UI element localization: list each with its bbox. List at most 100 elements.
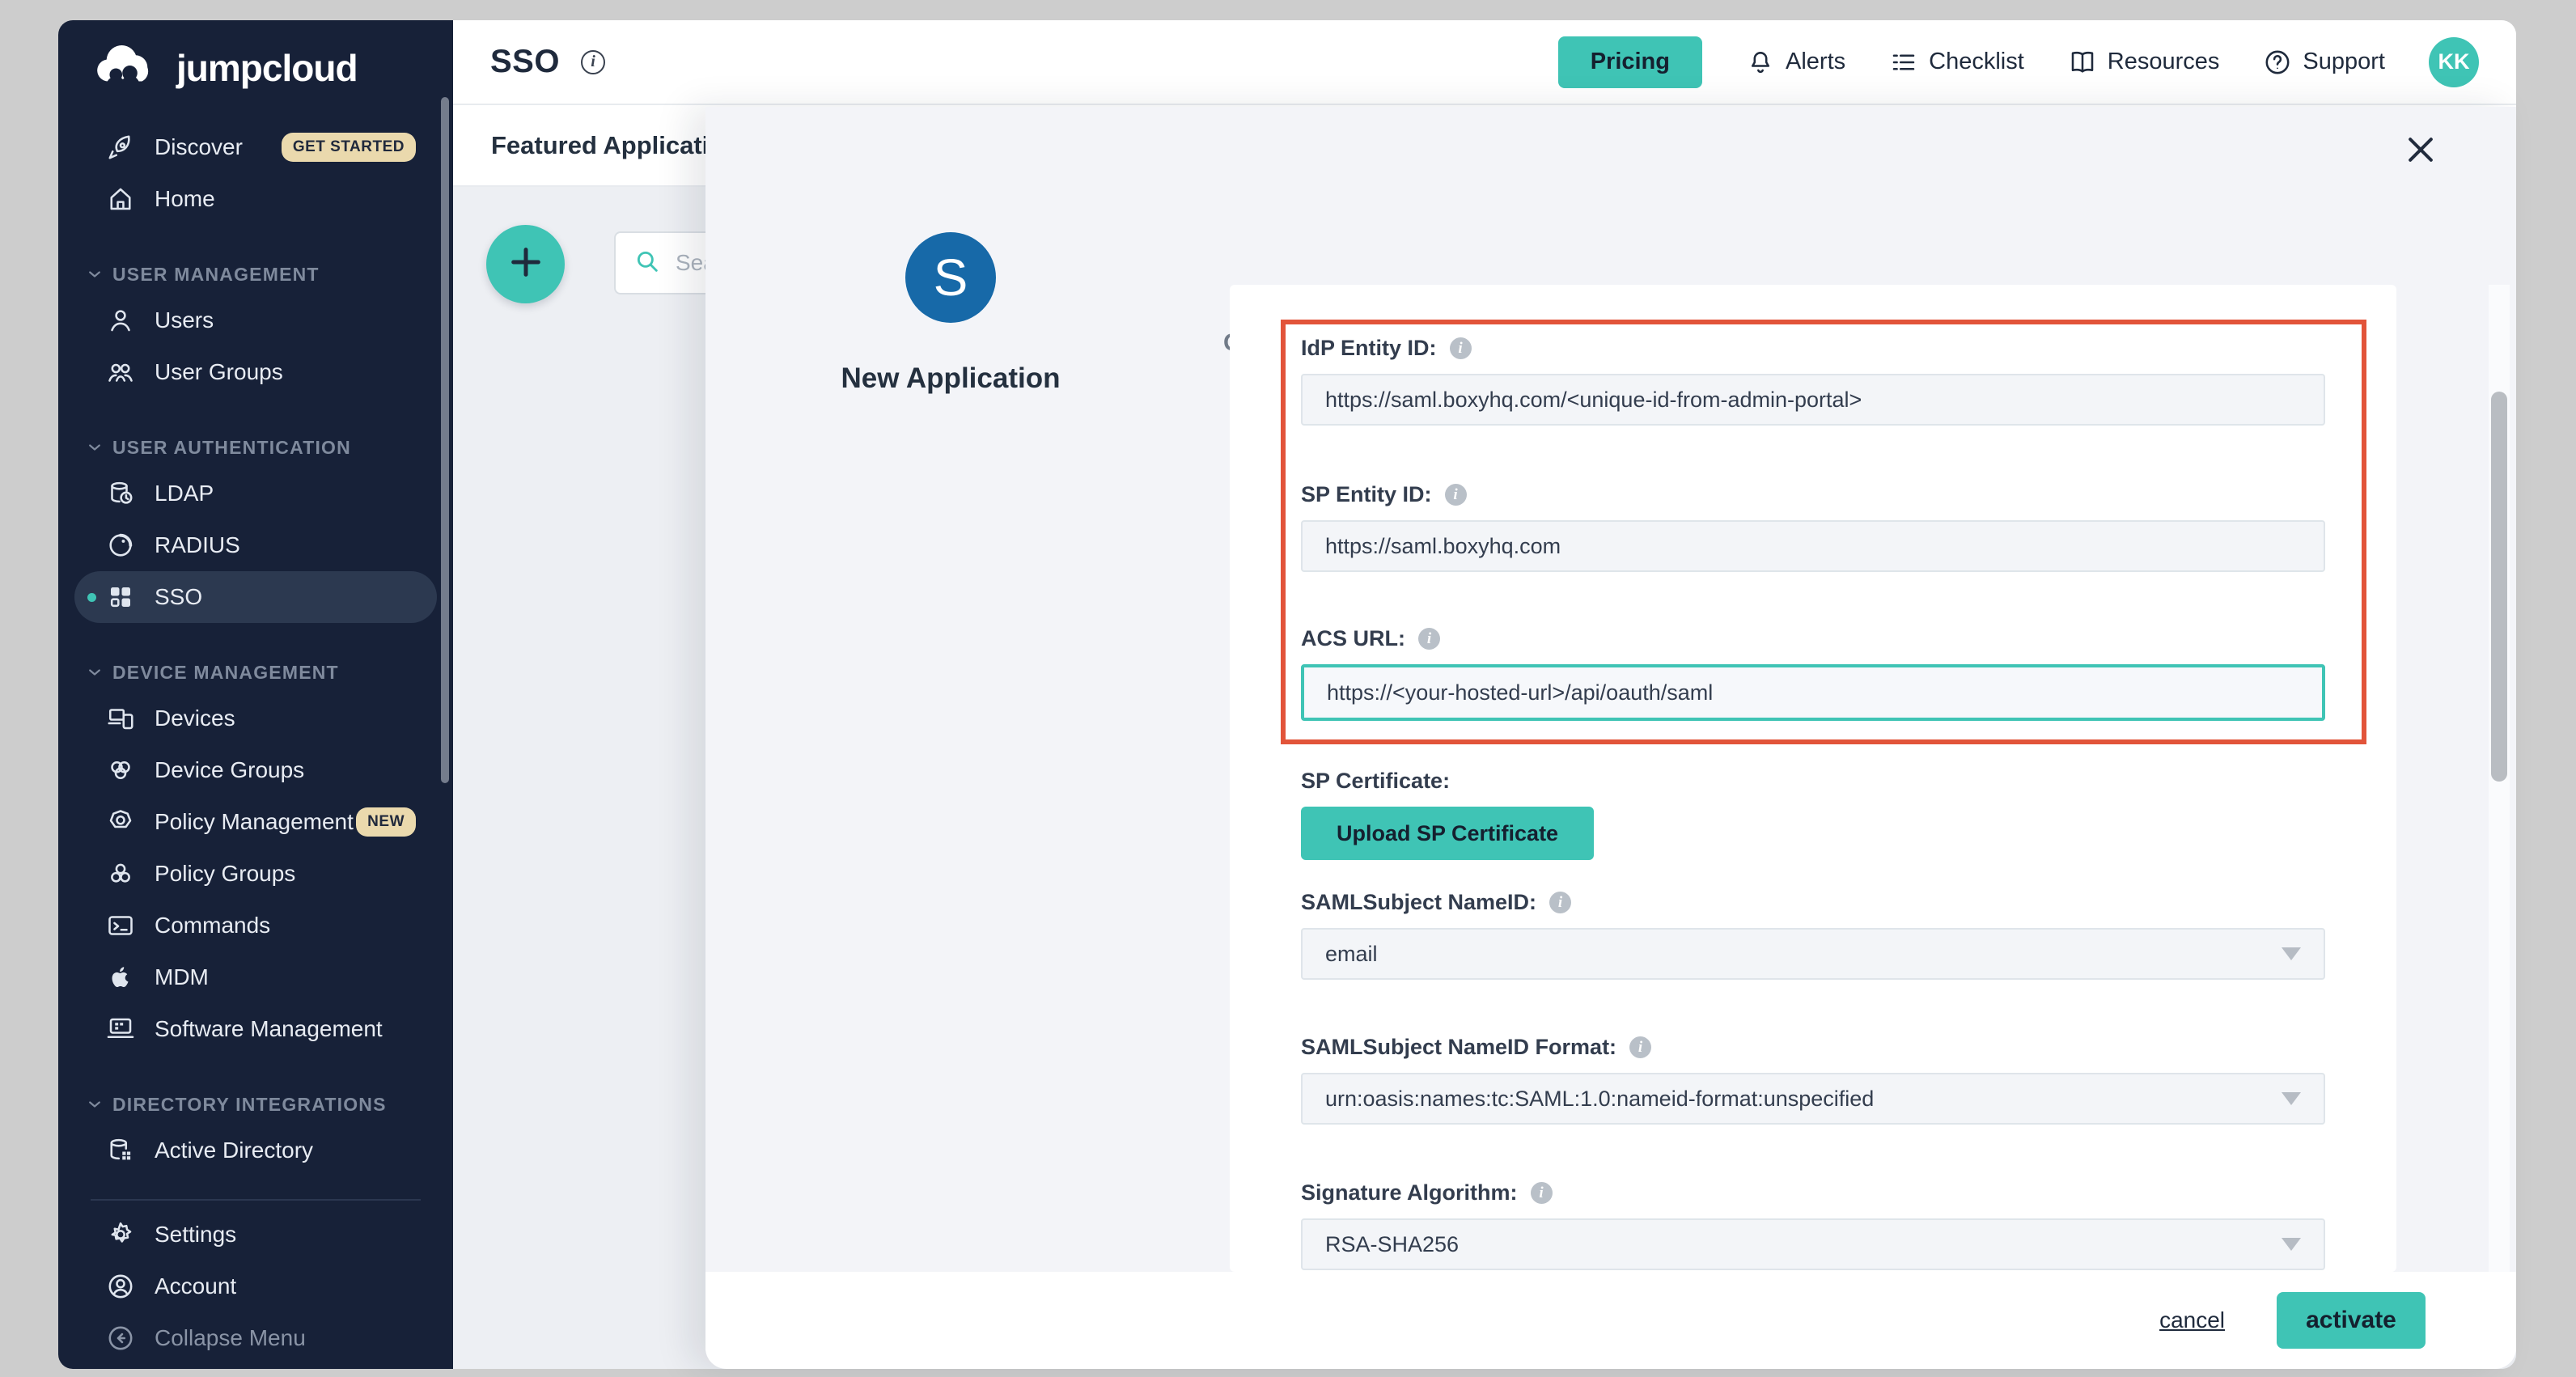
caret-down-icon — [2282, 947, 2301, 960]
sidebar-item-label: Software Management — [155, 1016, 383, 1042]
active-indicator-dot — [87, 870, 96, 879]
field-label-row: SP Certificate: — [1301, 769, 2325, 794]
sidebar-item-ldap[interactable]: LDAP — [74, 468, 437, 519]
samlsubject-nameid-select[interactable]: email — [1301, 928, 2325, 980]
collapse-icon — [104, 1322, 137, 1354]
info-icon[interactable]: i — [1445, 484, 1467, 506]
sidebar-item-label: Discover — [155, 134, 243, 160]
input-value: https://saml.boxyhq.com — [1325, 534, 1561, 559]
header-nav-label: Support — [2303, 49, 2385, 75]
sidebar-item-users[interactable]: Users — [74, 294, 437, 346]
sidebar-item-home[interactable]: Home — [74, 173, 437, 225]
pricing-button[interactable]: Pricing — [1558, 36, 1702, 88]
info-icon[interactable]: i — [1450, 337, 1472, 359]
sidebar-item-collapse-menu[interactable]: Collapse Menu — [74, 1312, 437, 1364]
active-indicator-dot — [87, 316, 96, 325]
jumpcloud-admin-console: jumpcloud Discover GET STARTED Home USER MA… — [0, 0, 2576, 1377]
active-indicator-dot — [87, 489, 96, 498]
people-icon — [104, 356, 137, 388]
chevron-down-icon — [87, 664, 103, 680]
sidebar-scrollbar[interactable] — [441, 97, 449, 783]
field-label: SAMLSubject NameID Format: — [1301, 1035, 1616, 1060]
active-indicator-dot — [87, 1231, 96, 1239]
sidebar-section-user-management[interactable]: USER MANAGEMENT — [58, 254, 453, 294]
active-indicator-dot — [87, 818, 96, 827]
sidebar-item-device-groups[interactable]: Device Groups — [74, 744, 437, 796]
new-application-modal: S New Application General InfoSSOIdentit… — [705, 107, 2516, 1369]
acs-url-input[interactable]: https://<your-hosted-url>/api/oauth/saml — [1301, 664, 2325, 721]
sp-entity-id-input[interactable]: https://saml.boxyhq.com — [1301, 520, 2325, 572]
add-application-button[interactable] — [486, 225, 565, 303]
header-nav-checklist[interactable]: Checklist — [1889, 48, 2024, 77]
idp-entity-id-input[interactable]: https://saml.boxyhq.com/<unique-id-from-… — [1301, 374, 2325, 426]
sidebar-item-policy-management[interactable]: Policy ManagementNEW — [74, 796, 437, 848]
badge-get-started: GET STARTED — [282, 133, 416, 162]
gear-icon — [104, 1218, 137, 1251]
upload-sp-certificate-button[interactable]: Upload SP Certificate — [1301, 807, 1594, 860]
active-indicator-dot — [87, 1146, 96, 1155]
sidebar-item-label: Account — [155, 1273, 236, 1299]
header-nav-support[interactable]: Support — [2263, 48, 2385, 77]
info-icon[interactable]: i — [1418, 628, 1440, 650]
sidebar-section-device-management[interactable]: DEVICE MANAGEMENT — [58, 652, 453, 693]
search-icon — [633, 248, 661, 279]
active-indicator-dot — [87, 195, 96, 204]
grid-icon — [104, 581, 137, 613]
caret-down-icon — [2282, 1092, 2301, 1105]
top-bar: SSO i Pricing AlertsChecklistResourcesSu… — [453, 20, 2516, 105]
info-icon[interactable]: i — [1549, 892, 1571, 913]
select-value: urn:oasis:names:tc:SAML:1.0:nameid-forma… — [1325, 1087, 1874, 1112]
select-value: RSA-SHA256 — [1325, 1232, 1459, 1257]
field-label: IdP Entity ID: — [1301, 336, 1437, 361]
laptop-grid-icon — [104, 1013, 137, 1045]
caret-down-icon — [2282, 1238, 2301, 1251]
sidebar-item-commands[interactable]: Commands — [74, 900, 437, 951]
sidebar-item-label: Active Directory — [155, 1138, 313, 1163]
header-nav-alerts[interactable]: Alerts — [1746, 48, 1845, 77]
sidebar-item-software-management[interactable]: Software Management — [74, 1003, 437, 1055]
sidebar-item-settings[interactable]: Settings — [74, 1209, 437, 1260]
cancel-button[interactable]: cancel — [2159, 1307, 2225, 1333]
chevron-down-icon — [87, 266, 103, 282]
sidebar-item-label: Policy Management — [155, 809, 354, 835]
jumpcloud-logo[interactable]: jumpcloud — [92, 43, 453, 92]
active-indicator-dot — [87, 1334, 96, 1343]
select-value: email — [1325, 942, 1378, 967]
info-icon[interactable]: i — [1629, 1036, 1651, 1058]
header-nav-label: Alerts — [1786, 49, 1845, 75]
sidebar-item-radius[interactable]: RADIUS — [74, 519, 437, 571]
sidebar-section-directory-integrations[interactable]: DIRECTORY INTEGRATIONS — [58, 1084, 453, 1125]
sidebar-item-sso[interactable]: SSO — [74, 571, 437, 623]
activate-button[interactable]: activate — [2277, 1292, 2426, 1349]
field-label: ACS URL: — [1301, 626, 1405, 651]
account-icon — [104, 1270, 137, 1303]
modal-scrollbar-thumb[interactable] — [2491, 392, 2507, 782]
info-icon[interactable]: i — [1531, 1182, 1553, 1204]
field-sp-certificate: SP Certificate: Upload SP Certificate — [1301, 769, 2325, 860]
field-label: SP Certificate: — [1301, 769, 1450, 794]
sidebar-item-label: Commands — [155, 913, 270, 938]
close-icon[interactable] — [2403, 132, 2438, 167]
header-nav-resources[interactable]: Resources — [2068, 48, 2220, 77]
field-label-row: SAMLSubject NameID: i — [1301, 890, 2325, 915]
sidebar-item-account[interactable]: Account — [74, 1260, 437, 1312]
field-acs-url: ACS URL: i https://<your-hosted-url>/api/o… — [1301, 626, 2325, 721]
field-label: SAMLSubject NameID: — [1301, 890, 1536, 915]
sidebar-item-user-groups[interactable]: User Groups — [74, 346, 437, 398]
sidebar-item-devices[interactable]: Devices — [74, 693, 437, 744]
page-title-info-icon[interactable]: i — [581, 50, 605, 74]
signature-algorithm-select[interactable]: RSA-SHA256 — [1301, 1218, 2325, 1270]
sidebar-item-label: SSO — [155, 584, 202, 610]
sidebar-item-active-directory[interactable]: Active Directory — [74, 1125, 437, 1176]
sidebar-section-user-authentication[interactable]: USER AUTHENTICATION — [58, 427, 453, 468]
active-indicator-dot — [87, 973, 96, 982]
samlsubject-nameid-format-select[interactable]: urn:oasis:names:tc:SAML:1.0:nameid-forma… — [1301, 1073, 2325, 1125]
sidebar-item-discover[interactable]: Discover GET STARTED — [74, 121, 437, 173]
active-indicator-dot — [87, 766, 96, 775]
active-indicator-dot — [87, 143, 96, 152]
sidebar-section-label: DEVICE MANAGEMENT — [112, 662, 339, 684]
sidebar-item-policy-groups[interactable]: Policy Groups — [74, 848, 437, 900]
sidebar-item-mdm[interactable]: MDM — [74, 951, 437, 1003]
avatar[interactable]: KK — [2429, 37, 2479, 87]
plus-icon — [507, 244, 544, 285]
